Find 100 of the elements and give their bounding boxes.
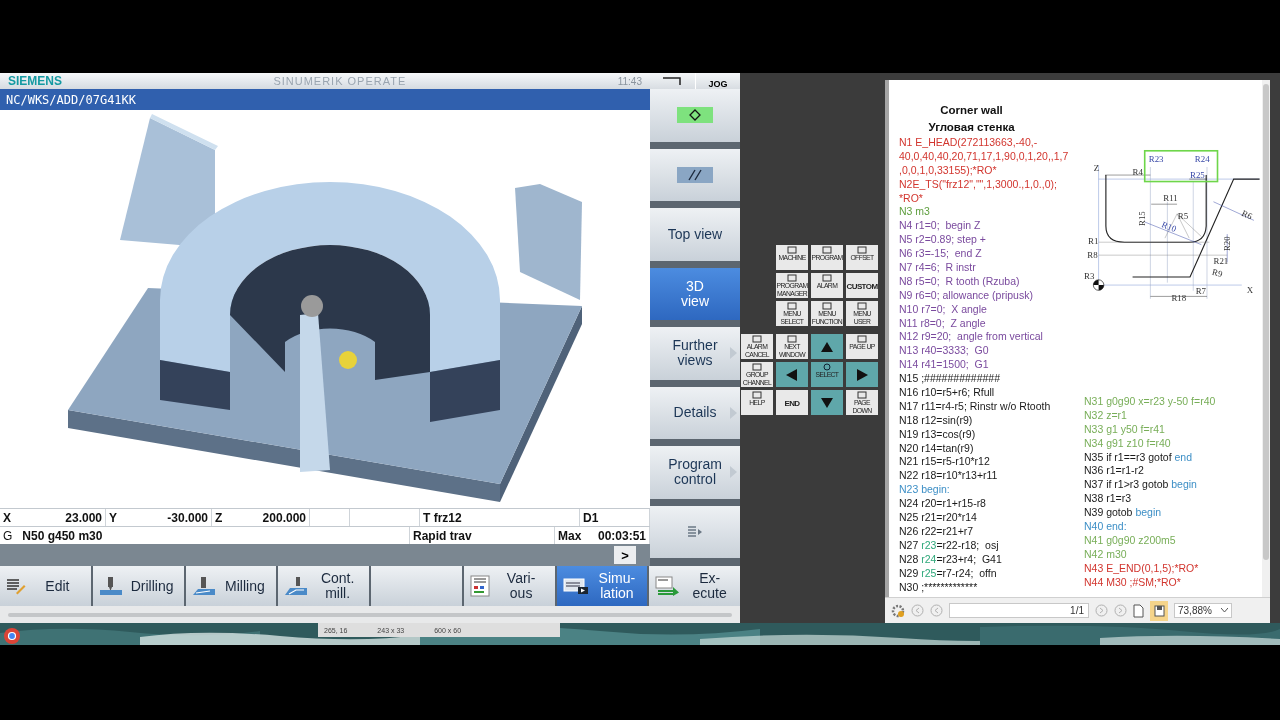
triangle-icon [820,340,834,354]
program-icon [469,575,490,597]
code-line: N4 r1=0; begin Z [899,219,982,234]
code-line: N13 r40=3333; G0 [899,344,990,359]
caret-icon [1221,608,1228,613]
vertical-softkey[interactable]: 3D view [650,267,740,320]
code-line: N7 r4=6; R instr [899,261,977,275]
window-icon [787,335,797,343]
clock-time: 11:43 [617,75,642,87]
dimension-label: R3 [1084,270,1095,281]
code-line: N41 g0g90 z200m5 [1084,533,1177,548]
softkey[interactable]: Simu- lation [556,566,648,606]
vertical-softkey[interactable]: Further views [650,327,740,380]
dimension-label: Z [1093,163,1100,173]
dimension-label: R20 [1222,236,1233,252]
code-line: N34 g91 z10 f=r40 [1084,436,1172,451]
code-line: N15 ;############# [899,372,1001,387]
browser-icon[interactable] [4,628,20,644]
code-line: N19 r13=cos(r9) [899,427,977,442]
window-icon [857,391,867,399]
contour-mill-icon [284,576,309,596]
window-icon [822,246,832,254]
settings-icon[interactable] [891,603,905,618]
mode-icon [661,76,684,86]
vertical-softkey[interactable]: Program control [650,446,740,499]
softkey[interactable]: Drilling [92,566,184,606]
code-line: N12 r9=20; angle from vertical [899,330,1044,345]
mill-icon [191,576,216,596]
dimension-label: R9 [1210,266,1224,280]
more-button[interactable]: > [614,546,636,564]
arrow-key[interactable] [846,362,878,387]
scrollbar[interactable] [8,612,732,617]
softkey[interactable]: Cont. mill. [278,566,369,606]
list-icon [687,524,703,539]
zoom-field[interactable]: 73,88% [1174,603,1232,618]
code-line: N28 r24=r23+r4; G41 [899,552,1003,567]
code-line: N23 begin: [899,483,951,498]
window-icon [822,302,832,310]
code-line: N2E_TS("frz12","",1,3000.,1,0.,0); [899,177,1058,192]
softkey[interactable]: Ex- ecute [649,566,740,606]
save-button[interactable] [1150,600,1168,621]
dimension-label: R21 [1213,256,1229,267]
slashes-icon [677,166,713,183]
code-line: N11 r8=0; Z angle [899,316,987,331]
dimension-label: R11 [1163,192,1178,203]
dimension-label: R8 [1087,250,1098,261]
code-line: N17 r11=r4-r5; Rinstr w/o Rtooth [899,399,1052,414]
execute-icon [655,576,682,596]
softkey[interactable]: Milling [185,566,277,606]
run-time: 00:03:51 [597,528,646,543]
dimension-label: R6 [1240,208,1254,222]
document-subtitle: Угловая стенка [927,120,1016,135]
circle-icon [822,363,832,371]
page-icon[interactable] [1133,603,1144,618]
keypad-key[interactable]: END [776,390,808,415]
scrollbar[interactable] [1263,84,1269,560]
vertical-softkey[interactable]: Top view [650,208,740,261]
code-line: N30 ;************* [899,580,979,595]
axis-value: 200.000 [262,510,306,525]
simulation-icon [562,577,589,595]
code-line: N40 end: [1084,520,1128,534]
code-line: N39 gotob begin [1084,506,1163,520]
code-line: N33 g1 y50 f=r41 [1084,422,1166,437]
product-name: SINUMERIK OPERATE [273,75,407,87]
code-line: N31 g0g90 x=r23 y-50 f=r40 [1084,395,1217,409]
window-icon [752,363,762,371]
softkey[interactable]: Vari- ous [463,566,555,606]
code-line: *RO* [899,191,924,206]
arrow-icon [730,406,737,419]
code-line: N5 r2=0.89; step + [899,233,987,248]
code-line: N21 r15=r5-r10*r12 [899,455,991,470]
code-line: ,0,0,1,0,33155);*RO* [899,163,998,178]
window-icon [752,391,762,399]
vertical-softkey[interactable] [650,148,740,201]
code-line: N44 M30 ;#SM;*RO* [1084,575,1182,590]
code-line: N6 r3=-15; end Z [899,247,983,261]
code-line: N24 r20=r1+r15-r8 [899,497,987,512]
arrow-key[interactable] [811,390,843,415]
arrow-icon [730,466,737,479]
code-line: N1 E_HEAD(272113663,-40,- [899,136,1039,150]
time-label: Max [558,528,582,543]
softkey[interactable]: Edit [0,566,91,606]
code-line: N22 r18=r10*r13+r11 [899,469,999,484]
vertical-softkey[interactable] [650,505,740,558]
g-label: G [3,528,13,543]
page-field[interactable]: 1/1 [949,603,1089,618]
dimension-label: R7 [1195,285,1207,296]
window-icon [857,335,867,343]
dimension-label: R10 [1160,219,1178,235]
dimension-label: R18 [1171,293,1187,303]
dimension-label: R23 [1148,154,1164,165]
arrow-key[interactable] [776,362,808,387]
code-line: N20 r14=tan(r9) [899,441,975,456]
code-line: N38 r1=r3 [1084,492,1132,507]
axis-label: X [3,510,11,525]
keypad-key[interactable]: CUSTOM [846,273,878,298]
vertical-softkey[interactable]: Details [650,386,740,439]
mode-label: JOG [696,73,740,89]
arrow-key[interactable] [811,334,843,359]
dimension-label: R24 [1194,154,1210,165]
